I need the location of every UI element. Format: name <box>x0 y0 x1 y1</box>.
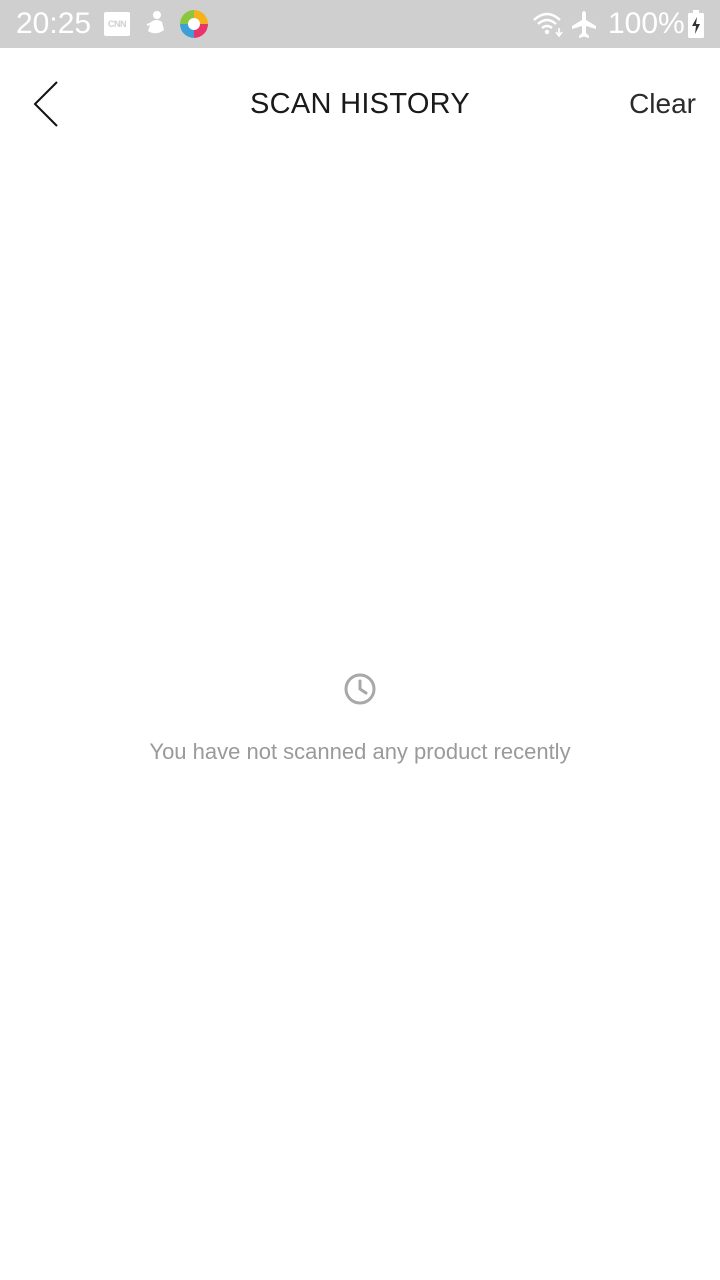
battery-percent: 100% <box>608 7 685 40</box>
wifi-icon <box>532 10 566 38</box>
airplane-icon <box>570 9 598 39</box>
status-bar: 20:25 CNN 100% <box>0 0 720 48</box>
clock-icon <box>343 672 377 706</box>
page-title: SCAN HISTORY <box>249 88 471 120</box>
cnn-icon-label: CNN <box>108 19 127 29</box>
clear-button[interactable]: Clear <box>629 84 696 124</box>
battery-charging-icon <box>687 10 705 38</box>
figure-icon <box>142 10 172 38</box>
app-header: SCAN HISTORY Clear <box>0 48 720 160</box>
scan-history-screen: 20:25 CNN 100% SCAN HISTORY Clear You ha… <box>0 0 720 1280</box>
status-time: 20:25 <box>16 7 92 40</box>
empty-state-message: You have not scanned any product recentl… <box>149 739 571 764</box>
empty-state: You have not scanned any product recentl… <box>0 670 720 780</box>
app-logo-icon <box>178 8 210 40</box>
cnn-icon: CNN <box>104 10 134 38</box>
